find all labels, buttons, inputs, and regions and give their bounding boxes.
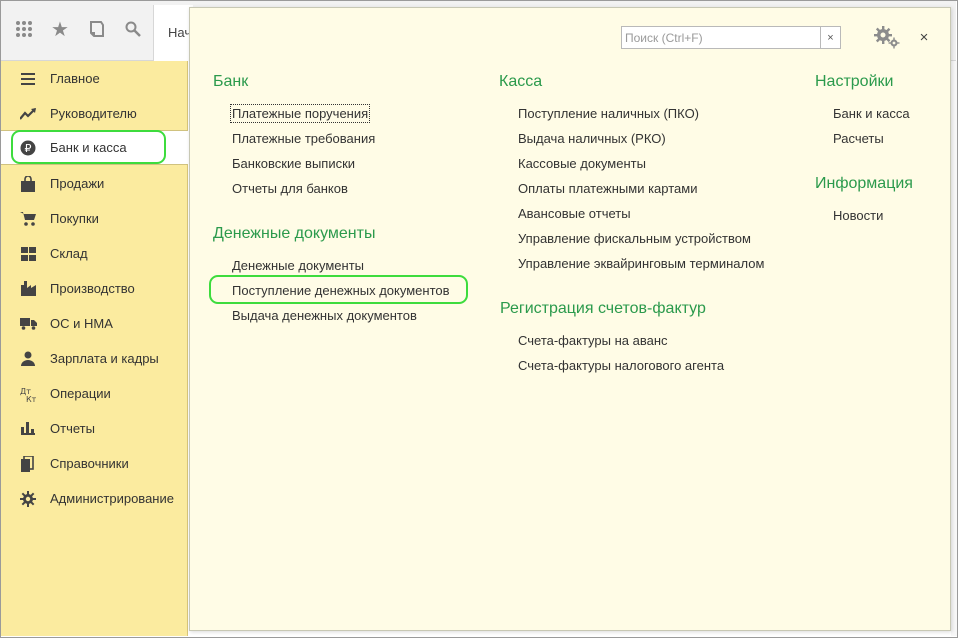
search-input[interactable]	[622, 27, 820, 48]
background-window-edge	[951, 61, 957, 636]
trend-up-icon	[19, 105, 37, 123]
link-cash-receipt[interactable]: Поступление наличных (ПКО)	[518, 106, 699, 121]
settings-gear-icon[interactable]	[872, 24, 902, 50]
section-title-invoices: Регистрация счетов-фактур	[500, 300, 706, 317]
link-card-payments[interactable]: Оплаты платежными картами	[518, 181, 697, 196]
link-payment-requests[interactable]: Платежные требования	[232, 131, 375, 146]
section-title-info: Информация	[815, 175, 913, 192]
shopping-bag-icon	[19, 175, 37, 193]
link-cash-issue[interactable]: Выдача наличных (РКО)	[518, 131, 666, 146]
sidebar-item-label: Производство	[50, 281, 135, 296]
search-icon[interactable]	[119, 11, 147, 47]
section-title-bank: Банк	[213, 73, 249, 90]
link-advance-reports[interactable]: Авансовые отчеты	[518, 206, 631, 221]
link-advance-invoices[interactable]: Счета-фактуры на аванс	[518, 333, 668, 348]
close-panel-button[interactable]: ×	[914, 27, 934, 47]
sidebar-item-label: Операции	[50, 386, 111, 401]
sidebar-item-label: Администрирование	[50, 491, 174, 506]
sidebar-item-reports[interactable]: Отчеты	[1, 411, 188, 446]
link-tax-agent-invoices[interactable]: Счета-фактуры налогового агента	[518, 358, 724, 373]
sidebar-item-label: Зарплата и кадры	[50, 351, 159, 366]
dt-kt-icon: Дт Кт	[19, 385, 37, 403]
link-payment-orders[interactable]: Платежные поручения	[229, 104, 371, 123]
menu-lines-icon	[19, 70, 37, 88]
bar-chart-icon	[19, 420, 37, 438]
sidebar-item-operations[interactable]: Дт Кт Операции	[1, 376, 188, 411]
gear-icon	[19, 490, 37, 508]
cart-icon	[19, 210, 37, 228]
link-bank-reports[interactable]: Отчеты для банков	[232, 181, 348, 196]
sidebar-item-label: Продажи	[50, 176, 105, 191]
section-title-kassa: Касса	[499, 73, 543, 90]
truck-icon	[19, 315, 37, 333]
link-money-docs-issue[interactable]: Выдача денежных документов	[232, 308, 417, 323]
link-news[interactable]: Новости	[833, 208, 883, 223]
link-settings-settlements[interactable]: Расчеты	[833, 131, 884, 146]
section-title-settings: Настройки	[815, 73, 894, 90]
sidebar-item-label: Руководителю	[50, 106, 137, 121]
tab-home[interactable]: Нач	[153, 5, 193, 61]
search-box: ×	[621, 26, 841, 49]
person-icon	[19, 350, 37, 368]
sidebar-item-directories[interactable]: Справочники	[1, 446, 188, 481]
sidebar-item-label: Главное	[50, 71, 100, 86]
highlight-money-docs-receipt	[209, 275, 468, 304]
link-cash-documents[interactable]: Кассовые документы	[518, 156, 646, 171]
apps-grid-icon[interactable]	[10, 11, 38, 47]
factory-icon	[19, 280, 37, 298]
sidebar-item-manager[interactable]: Руководителю	[1, 96, 188, 131]
sidebar-item-assets[interactable]: ОС и НМА	[1, 306, 188, 341]
sidebar-item-label: Отчеты	[50, 421, 95, 436]
sidebar-item-sales[interactable]: Продажи	[1, 166, 188, 201]
link-acquiring-terminal[interactable]: Управление эквайринговым терминалом	[518, 256, 764, 271]
sidebar-item-salary[interactable]: Зарплата и кадры	[1, 341, 188, 376]
sidebar-item-warehouse[interactable]: Склад	[1, 236, 188, 271]
star-icon[interactable]: ★	[46, 11, 74, 47]
books-icon	[19, 455, 37, 473]
sidebar-item-label: ОС и НМА	[50, 316, 113, 331]
link-bank-statements[interactable]: Банковские выписки	[232, 156, 355, 171]
section-title-money-docs: Денежные документы	[213, 225, 376, 242]
sidebar-item-purchases[interactable]: Покупки	[1, 201, 188, 236]
sidebar-item-main[interactable]: Главное	[1, 61, 188, 96]
sidebar-item-label: Склад	[50, 246, 88, 261]
svg-text:Кт: Кт	[26, 395, 36, 402]
link-money-documents[interactable]: Денежные документы	[232, 258, 364, 273]
link-settings-bank[interactable]: Банк и касса	[833, 106, 910, 121]
warehouse-icon	[19, 245, 37, 263]
history-icon[interactable]	[83, 11, 111, 47]
sidebar-item-production[interactable]: Производство	[1, 271, 188, 306]
sidebar-item-label: Справочники	[50, 456, 129, 471]
sidebar-item-label: Покупки	[50, 211, 99, 226]
clear-search-button[interactable]: ×	[820, 27, 840, 48]
highlight-bank-section	[11, 130, 166, 164]
section-panel: × × Банк Платежные поручения Платежные т…	[189, 7, 951, 631]
link-fiscal-device[interactable]: Управление фискальным устройством	[518, 231, 751, 246]
sidebar-item-admin[interactable]: Администрирование	[1, 481, 188, 516]
